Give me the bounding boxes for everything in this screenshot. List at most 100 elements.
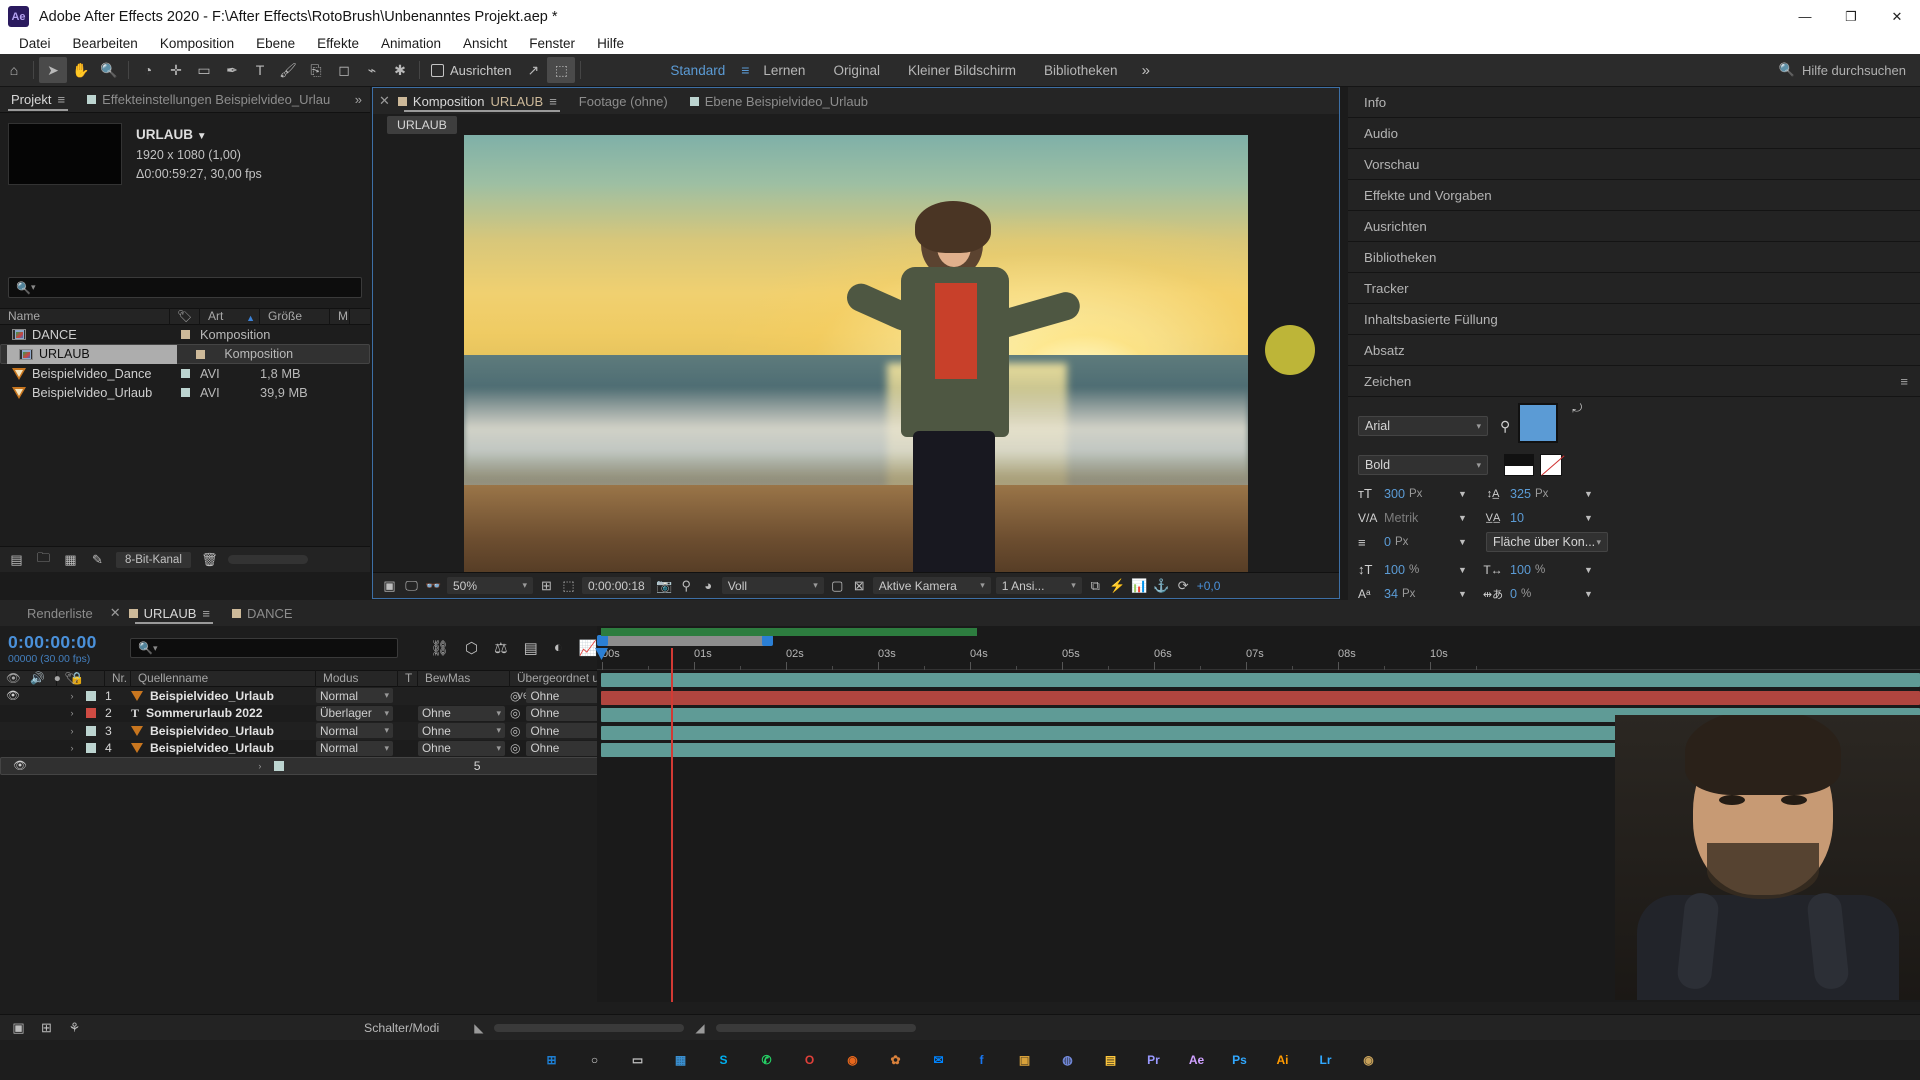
composition-viewport[interactable] xyxy=(373,134,1339,575)
task-view-icon[interactable]: ▭ xyxy=(623,1045,653,1075)
layer-trkmat-cell[interactable]: Ohne▾ xyxy=(418,740,510,756)
panel-menu-icon[interactable]: ≡ xyxy=(1900,374,1908,389)
close-tab-icon[interactable]: ✕ xyxy=(373,93,396,109)
layer-label-cell[interactable]: › xyxy=(57,708,105,719)
twirl-icon[interactable]: › xyxy=(65,726,79,736)
col-bewmas[interactable]: BewMas xyxy=(418,670,510,687)
show-snapshot-icon[interactable]: ⚲ xyxy=(678,578,695,594)
layer-mode-cell[interactable]: Normal▾ xyxy=(316,723,398,739)
camera-select[interactable]: Aktive Kamera ▾ xyxy=(872,577,991,594)
channel-rgb-icon[interactable]: ◕ xyxy=(700,578,717,593)
panel-menu-icon[interactable]: ≡ xyxy=(202,606,210,621)
panel-menu-icon[interactable]: ≡ xyxy=(549,94,557,109)
shape-tool-icon[interactable]: ▭ xyxy=(190,57,218,83)
skype-icon[interactable]: S xyxy=(709,1045,739,1075)
col-modus[interactable]: Modus xyxy=(316,670,398,687)
project-tabs-overflow-icon[interactable]: » xyxy=(355,92,362,107)
layer-duration-bar[interactable] xyxy=(601,690,1920,705)
current-time-display[interactable]: 0:00:00:18 xyxy=(582,577,651,594)
panel-vorschau[interactable]: Vorschau xyxy=(1348,149,1920,180)
swap-colors-icon[interactable]: ⤾ xyxy=(1572,401,1582,416)
steam-icon[interactable]: ◉ xyxy=(1354,1045,1384,1075)
panel-audio[interactable]: Audio xyxy=(1348,118,1920,149)
work-area-bar[interactable] xyxy=(601,635,769,646)
windows-start-icon[interactable]: ⊞ xyxy=(537,1045,567,1075)
pan-behind-tool-icon[interactable]: ✛ xyxy=(162,57,190,83)
draft-3d-icon[interactable]: ⬡ xyxy=(465,639,478,657)
layer-mode-select[interactable]: Normal▾ xyxy=(316,723,393,739)
timeline-zoom-slider[interactable] xyxy=(494,1023,685,1032)
region-of-interest-icon[interactable]: ⊞ xyxy=(538,578,555,594)
explorer-icon[interactable]: ▤ xyxy=(1096,1045,1126,1075)
brush-tool-icon[interactable]: 🖌 xyxy=(274,57,302,83)
new-folder-icon[interactable]: 🗀 xyxy=(35,549,52,571)
panel-tracker[interactable]: Tracker xyxy=(1348,273,1920,304)
layer-mode-select[interactable]: Normal▾ xyxy=(316,688,393,704)
layer-visibility-cell[interactable]: 👁 xyxy=(0,707,57,720)
eye-icon[interactable]: 👁 xyxy=(13,759,27,772)
panel-inhaltsbasierte-f-llung[interactable]: Inhaltsbasierte Füllung xyxy=(1348,304,1920,335)
twirl-icon[interactable]: › xyxy=(65,743,79,753)
menu-item-ebene[interactable]: Ebene xyxy=(245,33,306,54)
photoshop-icon[interactable]: Ps xyxy=(1225,1045,1255,1075)
timeline-ruler[interactable]: 00s 01s 02s 03s 04s 05s 06s 07s 08s 10s xyxy=(597,648,1920,670)
photos-icon[interactable]: ▣ xyxy=(1010,1045,1040,1075)
view-layout-select[interactable]: 1 Ansi... ▾ xyxy=(995,577,1082,594)
layer-duration-bar[interactable] xyxy=(601,673,1920,687)
motion-blur-toggle-icon[interactable]: ⚘ xyxy=(66,1020,83,1036)
layer-mode-select[interactable]: Normal▾ xyxy=(316,740,393,756)
layer-trkmat-cell[interactable]: Ohne▾ xyxy=(418,705,510,721)
lightroom-icon[interactable]: Lr xyxy=(1311,1045,1341,1075)
panel-absatz[interactable]: Absatz xyxy=(1348,335,1920,366)
col-quellenname[interactable]: Quellenname xyxy=(131,670,316,687)
tab-urlaub[interactable]: URLAUB ≡ xyxy=(127,600,221,626)
no-color-icon[interactable] xyxy=(1540,454,1562,476)
premiere-icon[interactable]: Pr xyxy=(1139,1045,1169,1075)
resolution-select[interactable]: Voll ▾ xyxy=(721,577,824,594)
layer-trkmat-cell[interactable]: Ohne▾ xyxy=(418,723,510,739)
zoom-out-icon[interactable]: ◣ xyxy=(474,1021,483,1035)
panel-bibliotheken[interactable]: Bibliotheken xyxy=(1348,242,1920,273)
chevron-down-icon[interactable]: ▼ xyxy=(1458,489,1476,499)
project-item-tag[interactable] xyxy=(170,330,200,339)
puppet-tool-icon[interactable]: ✱ xyxy=(386,57,414,83)
layer-color-swatch[interactable] xyxy=(273,760,284,771)
panel-ausrichten[interactable]: Ausrichten xyxy=(1348,211,1920,242)
col-groesse[interactable]: Größe xyxy=(260,308,330,325)
col-m[interactable]: M xyxy=(330,308,350,325)
work-area-end-handle[interactable] xyxy=(762,635,773,646)
zoom-tool-icon[interactable]: 🔍 xyxy=(95,57,123,83)
col-art[interactable]: Art ▲ xyxy=(200,308,260,325)
pen-tool-icon[interactable]: ✒ xyxy=(218,57,246,83)
after-effects-icon[interactable]: Ae xyxy=(1182,1045,1212,1075)
tab-footage[interactable]: Footage (ohne) xyxy=(568,88,679,114)
toggle-switches-icon[interactable]: ▣ xyxy=(10,1020,27,1036)
tab-renderliste[interactable]: Renderliste xyxy=(16,600,104,626)
layer-trkmat-select[interactable]: Ohne▾ xyxy=(418,705,505,721)
workspace-lernen[interactable]: Lernen xyxy=(749,63,819,78)
layer-color-swatch[interactable] xyxy=(86,725,96,736)
tab-effekteinstellungen[interactable]: Effekteinstellungen Beispielvideo_Urlau xyxy=(76,87,341,113)
layer-mode-select[interactable]: Überlager ▾ xyxy=(316,705,393,721)
layer-source-name[interactable]: T Sommerurlaub 2022 xyxy=(131,706,316,721)
workspace-kleiner-bildschirm[interactable]: Kleiner Bildschirm xyxy=(894,63,1030,78)
layer-color-swatch[interactable] xyxy=(86,708,96,719)
composition-mini-flowchart-icon[interactable]: ⛓ xyxy=(430,639,449,657)
project-item[interactable]: Beispielvideo_Dance AVI 1,8 MB xyxy=(0,364,370,383)
panel-effekte-und-vorgaben[interactable]: Effekte und Vorgaben xyxy=(1348,180,1920,211)
menu-item-animation[interactable]: Animation xyxy=(370,33,452,54)
close-tab-icon[interactable]: ✕ xyxy=(104,605,127,621)
mocha-icon[interactable]: ⬚ xyxy=(547,57,576,83)
eyedropper-icon[interactable]: ⚲ xyxy=(1500,418,1510,435)
project-item-tag[interactable] xyxy=(186,349,216,359)
timeline-search-input[interactable]: 🔍 ▾ xyxy=(130,638,398,658)
home-icon[interactable]: ⌂ xyxy=(0,57,28,83)
refresh-icon[interactable]: ⟳ xyxy=(1175,578,1192,594)
workspace-bibliotheken[interactable]: Bibliotheken xyxy=(1030,63,1132,78)
pickwhip-icon[interactable]: ◎ xyxy=(510,689,520,703)
search-icon[interactable]: ○ xyxy=(580,1045,610,1075)
close-button[interactable]: ✕ xyxy=(1874,0,1920,33)
snapshot-icon[interactable]: 📷 xyxy=(656,578,673,594)
layer-label-cell[interactable]: › xyxy=(57,725,105,736)
exposure-offset[interactable]: +0,0 xyxy=(1197,579,1221,593)
